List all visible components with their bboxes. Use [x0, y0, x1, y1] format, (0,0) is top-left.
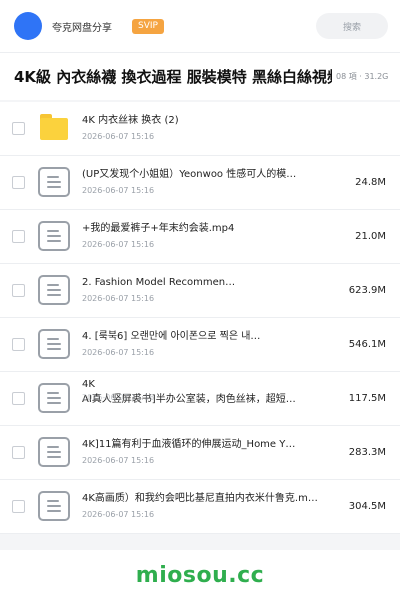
file-name: 4. [룩북6] 오랜만에 아이폰으로 찍은 내… — [82, 331, 261, 342]
file-row[interactable]: 4K]11篇有利于血液循环的伸展运动_Home Y… 2026-06-07 15… — [0, 426, 400, 480]
file-row[interactable]: 2. Fashion Model Recommen… 2026-06-07 15… — [0, 264, 400, 318]
file-row[interactable]: 4K AI真人竖屏裘书]半办公室装，肉色丝袜，超短… 2026-06-07 15… — [0, 372, 400, 426]
file-size: 24.8M — [355, 177, 386, 188]
file-name: (UP又发现个小姐姐）Yeonwoo 性感可人的模… — [82, 169, 297, 180]
file-name: 4K]11篇有利于血液循环的伸展运动_Home Y… — [82, 439, 296, 450]
file-size: 623.9M — [348, 285, 386, 296]
file-name: 2. Fashion Model Recommen… — [82, 277, 236, 288]
row-checkbox[interactable] — [12, 500, 25, 513]
search-button[interactable]: 搜索 — [316, 13, 388, 39]
folder-icon — [38, 111, 72, 145]
document-icon — [38, 381, 72, 415]
document-icon — [38, 435, 72, 469]
document-icon — [38, 327, 72, 361]
file-date: 2026-06-07 15:16 — [82, 348, 155, 357]
row-checkbox[interactable] — [12, 338, 25, 351]
file-name-line1: 4K — [82, 379, 95, 390]
top-bar: 夸克网盘分享 SVIP 搜索 — [0, 0, 400, 52]
watermark-bar: miosou.cc — [0, 550, 400, 600]
folder-meta: 08 項 · 31.2G — [336, 72, 389, 81]
watermark-text: miosou.cc — [135, 562, 265, 588]
file-row[interactable]: 4K高画质）和我约会吧比基尼直拍内衣米什鲁克.m… 2026-06-07 15:… — [0, 480, 400, 534]
brand-name: 夸克网盘分享 — [52, 22, 112, 34]
file-size: 117.5M — [348, 393, 386, 404]
file-size: 304.5M — [348, 501, 386, 512]
file-size: 283.3M — [348, 447, 386, 458]
file-list: 4K 内衣丝袜 换衣 (2) 2026-06-07 15:16 (UP又发现个小… — [0, 102, 400, 534]
file-row[interactable]: (UP又发现个小姐姐）Yeonwoo 性感可人的模… 2026-06-07 15… — [0, 156, 400, 210]
file-row[interactable]: 4K 内衣丝袜 换衣 (2) 2026-06-07 15:16 — [0, 102, 400, 156]
file-name: 4K 内衣丝袜 换衣 (2) — [82, 115, 179, 126]
file-size: 21.0M — [355, 231, 386, 242]
file-date: 2026-06-07 15:16 — [82, 456, 155, 465]
row-checkbox[interactable] — [12, 122, 25, 135]
document-icon — [38, 165, 72, 199]
file-row[interactable]: 4. [룩북6] 오랜만에 아이폰으로 찍은 내… 2026-06-07 15:… — [0, 318, 400, 372]
brand-logo[interactable] — [14, 12, 42, 40]
file-date: 2026-06-07 15:16 — [82, 240, 155, 249]
row-checkbox[interactable] — [12, 284, 25, 297]
row-checkbox[interactable] — [12, 392, 25, 405]
svip-badge[interactable]: SVIP — [132, 18, 164, 34]
file-name: 4K高画质）和我约会吧比基尼直拍内衣米什鲁克.m… — [82, 493, 318, 504]
folder-title: 4K級 內衣絲襪 換衣過程 服裝模特 黑絲白絲視頻 — [14, 68, 332, 86]
document-icon — [38, 219, 72, 253]
share-page: 夸克网盘分享 SVIP 搜索 4K級 內衣絲襪 換衣過程 服裝模特 黑絲白絲視頻… — [0, 0, 400, 600]
file-size: 546.1M — [348, 339, 386, 350]
file-name: +我的最爱裤子+年末约会装.mp4 — [82, 223, 235, 234]
file-date: 2026-06-07 15:16 — [82, 186, 155, 195]
file-date: 2026-06-07 15:16 — [82, 510, 155, 519]
row-checkbox[interactable] — [12, 176, 25, 189]
document-icon — [38, 273, 72, 307]
row-checkbox[interactable] — [12, 446, 25, 459]
document-icon — [38, 489, 72, 523]
file-row[interactable]: +我的最爱裤子+年末约会装.mp4 2026-06-07 15:16 21.0M — [0, 210, 400, 264]
row-checkbox[interactable] — [12, 230, 25, 243]
file-date: 2026-06-07 15:16 — [82, 132, 155, 141]
file-date: 2026-06-07 15:16 — [82, 294, 155, 303]
file-date: 2026-06-07 15:16 — [82, 393, 155, 402]
folder-header: 4K級 內衣絲襪 換衣過程 服裝模特 黑絲白絲視頻 08 項 · 31.2G — [0, 52, 400, 100]
